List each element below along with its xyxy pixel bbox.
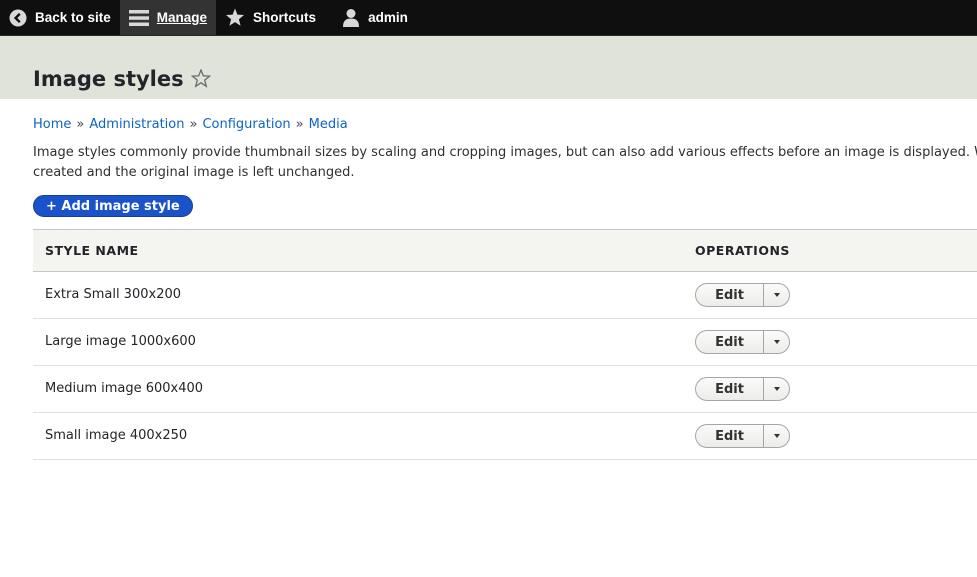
breadcrumb: Home » Administration » Configuration » Media	[33, 117, 348, 132]
operations-dropbutton: Edit	[695, 283, 790, 307]
toolbar-back-label: Back to site	[35, 10, 111, 25]
style-name: Medium image 600x400	[45, 381, 204, 396]
edit-button[interactable]: Edit	[695, 377, 763, 401]
edit-button[interactable]: Edit	[695, 330, 763, 354]
star-outline-icon[interactable]	[190, 68, 212, 92]
operations-toggle-button[interactable]	[763, 377, 790, 401]
style-name: Extra Small 300x200	[45, 287, 182, 302]
user-icon	[342, 8, 360, 27]
toolbar-user-label: admin	[368, 10, 408, 25]
breadcrumb-separator: »	[76, 117, 85, 132]
breadcrumb-media[interactable]: Media	[309, 117, 348, 132]
breadcrumb-home[interactable]: Home	[33, 117, 71, 132]
toolbar-shortcuts[interactable]: Shortcuts	[216, 0, 325, 35]
table-header: STYLE NAME OPERATIONS	[33, 229, 977, 272]
style-name: Small image 400x250	[45, 428, 188, 443]
image-styles-table: STYLE NAME OPERATIONS Extra Small 300x20…	[33, 229, 977, 460]
operations-dropbutton: Edit	[695, 424, 790, 448]
operations-dropbutton: Edit	[695, 330, 790, 354]
breadcrumb-administration[interactable]: Administration	[89, 117, 184, 132]
star-icon	[225, 8, 245, 27]
breadcrumb-separator: »	[189, 117, 198, 132]
table-row: Medium image 600x400 Edit	[33, 366, 977, 413]
page-description: Image styles commonly provide thumbnail …	[33, 143, 977, 183]
operations-dropbutton: Edit	[695, 377, 790, 401]
add-image-style-button[interactable]: + Add image style	[33, 195, 193, 217]
edit-button[interactable]: Edit	[695, 283, 763, 307]
table-row: Small image 400x250 Edit	[33, 413, 977, 460]
description-line-1: Image styles commonly provide thumbnail …	[33, 145, 977, 160]
operations-toggle-button[interactable]	[763, 330, 790, 354]
caret-down-icon	[773, 340, 780, 344]
toolbar-back-to-site[interactable]: Back to site	[0, 0, 120, 35]
admin-toolbar: Back to site Manage Shortcuts admin	[0, 0, 977, 36]
table-row: Large image 1000x600 Edit	[33, 319, 977, 366]
back-arrow-icon	[9, 9, 27, 27]
caret-down-icon	[773, 434, 780, 438]
edit-button[interactable]: Edit	[695, 424, 763, 448]
operations-toggle-button[interactable]	[763, 283, 790, 307]
toolbar-manage[interactable]: Manage	[119, 0, 217, 35]
operations-toggle-button[interactable]	[763, 424, 790, 448]
hamburger-menu-icon	[128, 9, 149, 27]
column-header-style-name: STYLE NAME	[45, 243, 139, 258]
breadcrumb-configuration[interactable]: Configuration	[202, 117, 290, 132]
description-line-2: created and the original image is left u…	[33, 165, 355, 180]
breadcrumb-separator: »	[295, 117, 304, 132]
column-header-operations: OPERATIONS	[695, 243, 790, 258]
table-row: Extra Small 300x200 Edit	[33, 272, 977, 319]
toolbar-manage-label: Manage	[156, 10, 208, 25]
style-name: Large image 1000x600	[45, 334, 196, 349]
toolbar-user[interactable]: admin	[325, 0, 417, 35]
caret-down-icon	[773, 293, 780, 297]
caret-down-icon	[773, 387, 780, 391]
page-title: Image styles	[33, 67, 184, 91]
toolbar-shortcuts-label: Shortcuts	[253, 10, 317, 25]
